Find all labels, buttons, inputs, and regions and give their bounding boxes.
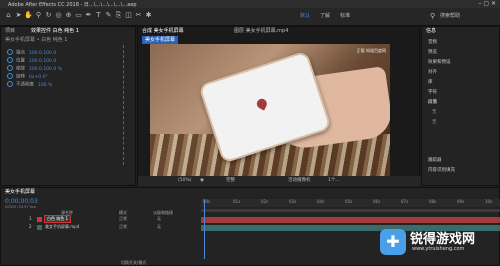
tab-composition[interactable]: 合成 美女手机屏幕	[142, 27, 184, 35]
playhead[interactable]	[204, 199, 205, 259]
layer-row-1[interactable]: 1 白色 纯色 1 正常 无	[29, 215, 199, 224]
rectangle-tool-icon[interactable]: ▭	[74, 11, 83, 20]
panel-audio[interactable]: 音频	[428, 39, 437, 46]
gamepad-logo-icon: ✚	[380, 229, 406, 255]
effect-controls-panel: 项目 效果控件 白色 纯色 1 美女手机屏幕 • 白色 纯色 1 锚点 100.0…	[0, 26, 136, 186]
hand-tool-icon[interactable]: ✋	[24, 11, 33, 20]
layer-mode[interactable]: 正常	[119, 224, 127, 230]
window-controls[interactable]: – ▢ ✕	[478, 0, 496, 7]
layer-parent[interactable]: 无	[157, 224, 161, 230]
layer-path: 美女手机屏幕 • 白色 纯色 1	[5, 37, 68, 43]
timecode[interactable]: 0;00;00;03	[5, 198, 38, 205]
paragraph-value[interactable]: 无	[432, 109, 437, 116]
workspace-learn[interactable]: 了解	[320, 12, 330, 20]
puppet-tool-icon[interactable]: ✱	[144, 11, 153, 20]
panel-content-aware[interactable]: 内容识别填充	[428, 167, 455, 174]
window-title: Adobe After Effects CC 2018 - 日…\…\…\…\……	[8, 2, 137, 8]
panel-paragraph[interactable]: 段落	[428, 99, 437, 106]
info-title[interactable]: 信息	[426, 27, 436, 35]
brush-tool-icon[interactable]: ✎	[104, 11, 113, 20]
stopwatch-icon[interactable]	[7, 57, 13, 63]
prop-scale[interactable]: 缩放 100.0,100.0 %	[7, 65, 62, 73]
prop-rotation[interactable]: 旋转 0x+0.0°	[7, 73, 48, 81]
stopwatch-icon[interactable]	[7, 65, 13, 71]
stopwatch-icon[interactable]	[7, 81, 13, 87]
views-select[interactable]: 1个...	[328, 177, 340, 184]
camera-snapshot-icon[interactable]: ◉	[200, 177, 204, 184]
stopwatch-icon[interactable]	[7, 49, 13, 55]
selection-tool-icon[interactable]: ➤	[14, 11, 23, 20]
zoom-tool-icon[interactable]: ⚲	[34, 11, 43, 20]
frame-count: 00003 (29.97 fps)	[5, 205, 37, 209]
prop-anchor[interactable]: 锚点 100.0,100.0	[7, 49, 56, 57]
time-ruler[interactable]: 00s 01s 02s 03s 04s 05s 06s 07s 08s 09s …	[201, 199, 500, 207]
tab-layer[interactable]: 图层 美女手机屏幕.mp4	[234, 27, 288, 35]
title-bar: Adobe After Effects CC 2018 - 日…\…\…\…\……	[0, 0, 500, 8]
video-frame[interactable]: 正版 知道百度网	[150, 44, 390, 181]
pan-behind-tool-icon[interactable]: ⊕	[64, 11, 73, 20]
right-panel: 信息 音频 预览 效果和预设 对齐 库 字符 段落 无 无 跟踪器 内容识别填充	[421, 26, 500, 186]
subtab-comp[interactable]: 美女手机屏幕	[142, 36, 179, 44]
watermark-text: 正版 知道百度网	[356, 48, 386, 53]
home-icon[interactable]: ⌂	[4, 11, 13, 20]
panel-preview[interactable]: 预览	[428, 49, 437, 56]
eraser-tool-icon[interactable]: ◫	[124, 11, 133, 20]
heart-icon	[255, 97, 269, 111]
search-icon[interactable]: ⚲	[430, 12, 438, 20]
prop-position[interactable]: 位置 100.0,100.0	[7, 57, 56, 65]
stopwatch-icon[interactable]	[7, 73, 13, 79]
layer-name[interactable]: 美女手机屏幕.mp4	[45, 224, 79, 230]
tab-project[interactable]: 项目	[5, 27, 15, 35]
rotate-tool-icon[interactable]: ↻	[44, 11, 53, 20]
clone-tool-icon[interactable]: ⎘	[114, 11, 123, 20]
layer-bar-1[interactable]	[201, 217, 500, 223]
tab-timeline[interactable]: 美女手机屏幕	[5, 188, 35, 196]
font-size-value[interactable]: 无	[432, 119, 437, 126]
camera-select[interactable]: 活动摄像机	[288, 177, 311, 184]
site-url: www.ytruisheng.com	[412, 246, 465, 252]
composition-panel: 合成 美女手机屏幕 图层 美女手机屏幕.mp4 美女手机屏幕 正版 知道百度网 …	[123, 26, 421, 186]
pen-tool-icon[interactable]: ✒	[84, 11, 93, 20]
toggle-switches-modes[interactable]: 切换开关/模式	[121, 260, 146, 266]
work-area-bar[interactable]	[201, 209, 500, 212]
tab-effect-controls[interactable]: 效果控件 白色 纯色 1	[31, 27, 79, 35]
toolbar: ⌂ ➤ ✋ ⚲ ↻ ◎ ⊕ ▭ ✒ T ✎ ⎘ ◫ ✂ ✱ 默认 了解 标准 ⚲…	[0, 8, 500, 26]
site-name: 锐得游戏网	[410, 232, 476, 247]
site-watermark: ✚ 锐得游戏网 www.ytruisheng.com	[380, 226, 498, 262]
layer-parent[interactable]: 无	[157, 216, 161, 222]
roto-tool-icon[interactable]: ✂	[134, 11, 143, 20]
layer-color-label[interactable]	[37, 217, 42, 222]
panel-character[interactable]: 字符	[428, 89, 437, 96]
viewer-controls: (50%) ◉ 完整 活动摄像机 1个...	[138, 176, 421, 186]
prop-opacity[interactable]: 不透明度 100 %	[7, 81, 52, 89]
zoom-select[interactable]: (50%)	[178, 177, 192, 184]
panel-effects-presets[interactable]: 效果和预设	[428, 59, 451, 66]
panel-align[interactable]: 对齐	[428, 69, 437, 76]
layer-color-label[interactable]	[37, 225, 42, 230]
layer-row-2[interactable]: 2 美女手机屏幕.mp4 正常 无	[29, 224, 199, 232]
resolution-select[interactable]: 完整	[226, 177, 235, 184]
workspace-default[interactable]: 默认	[300, 12, 310, 20]
layer-name[interactable]: 白色 纯色 1	[43, 215, 72, 223]
panel-tracker[interactable]: 跟踪器	[428, 157, 442, 164]
search-help-label[interactable]: 搜索帮助	[440, 12, 460, 20]
type-tool-icon[interactable]: T	[94, 11, 103, 20]
layer-mode[interactable]: 正常	[119, 216, 127, 222]
workspace-standard[interactable]: 标准	[340, 12, 350, 20]
panel-library[interactable]: 库	[428, 79, 433, 86]
camera-tool-icon[interactable]: ◎	[54, 11, 63, 20]
selection-guide	[123, 45, 128, 165]
